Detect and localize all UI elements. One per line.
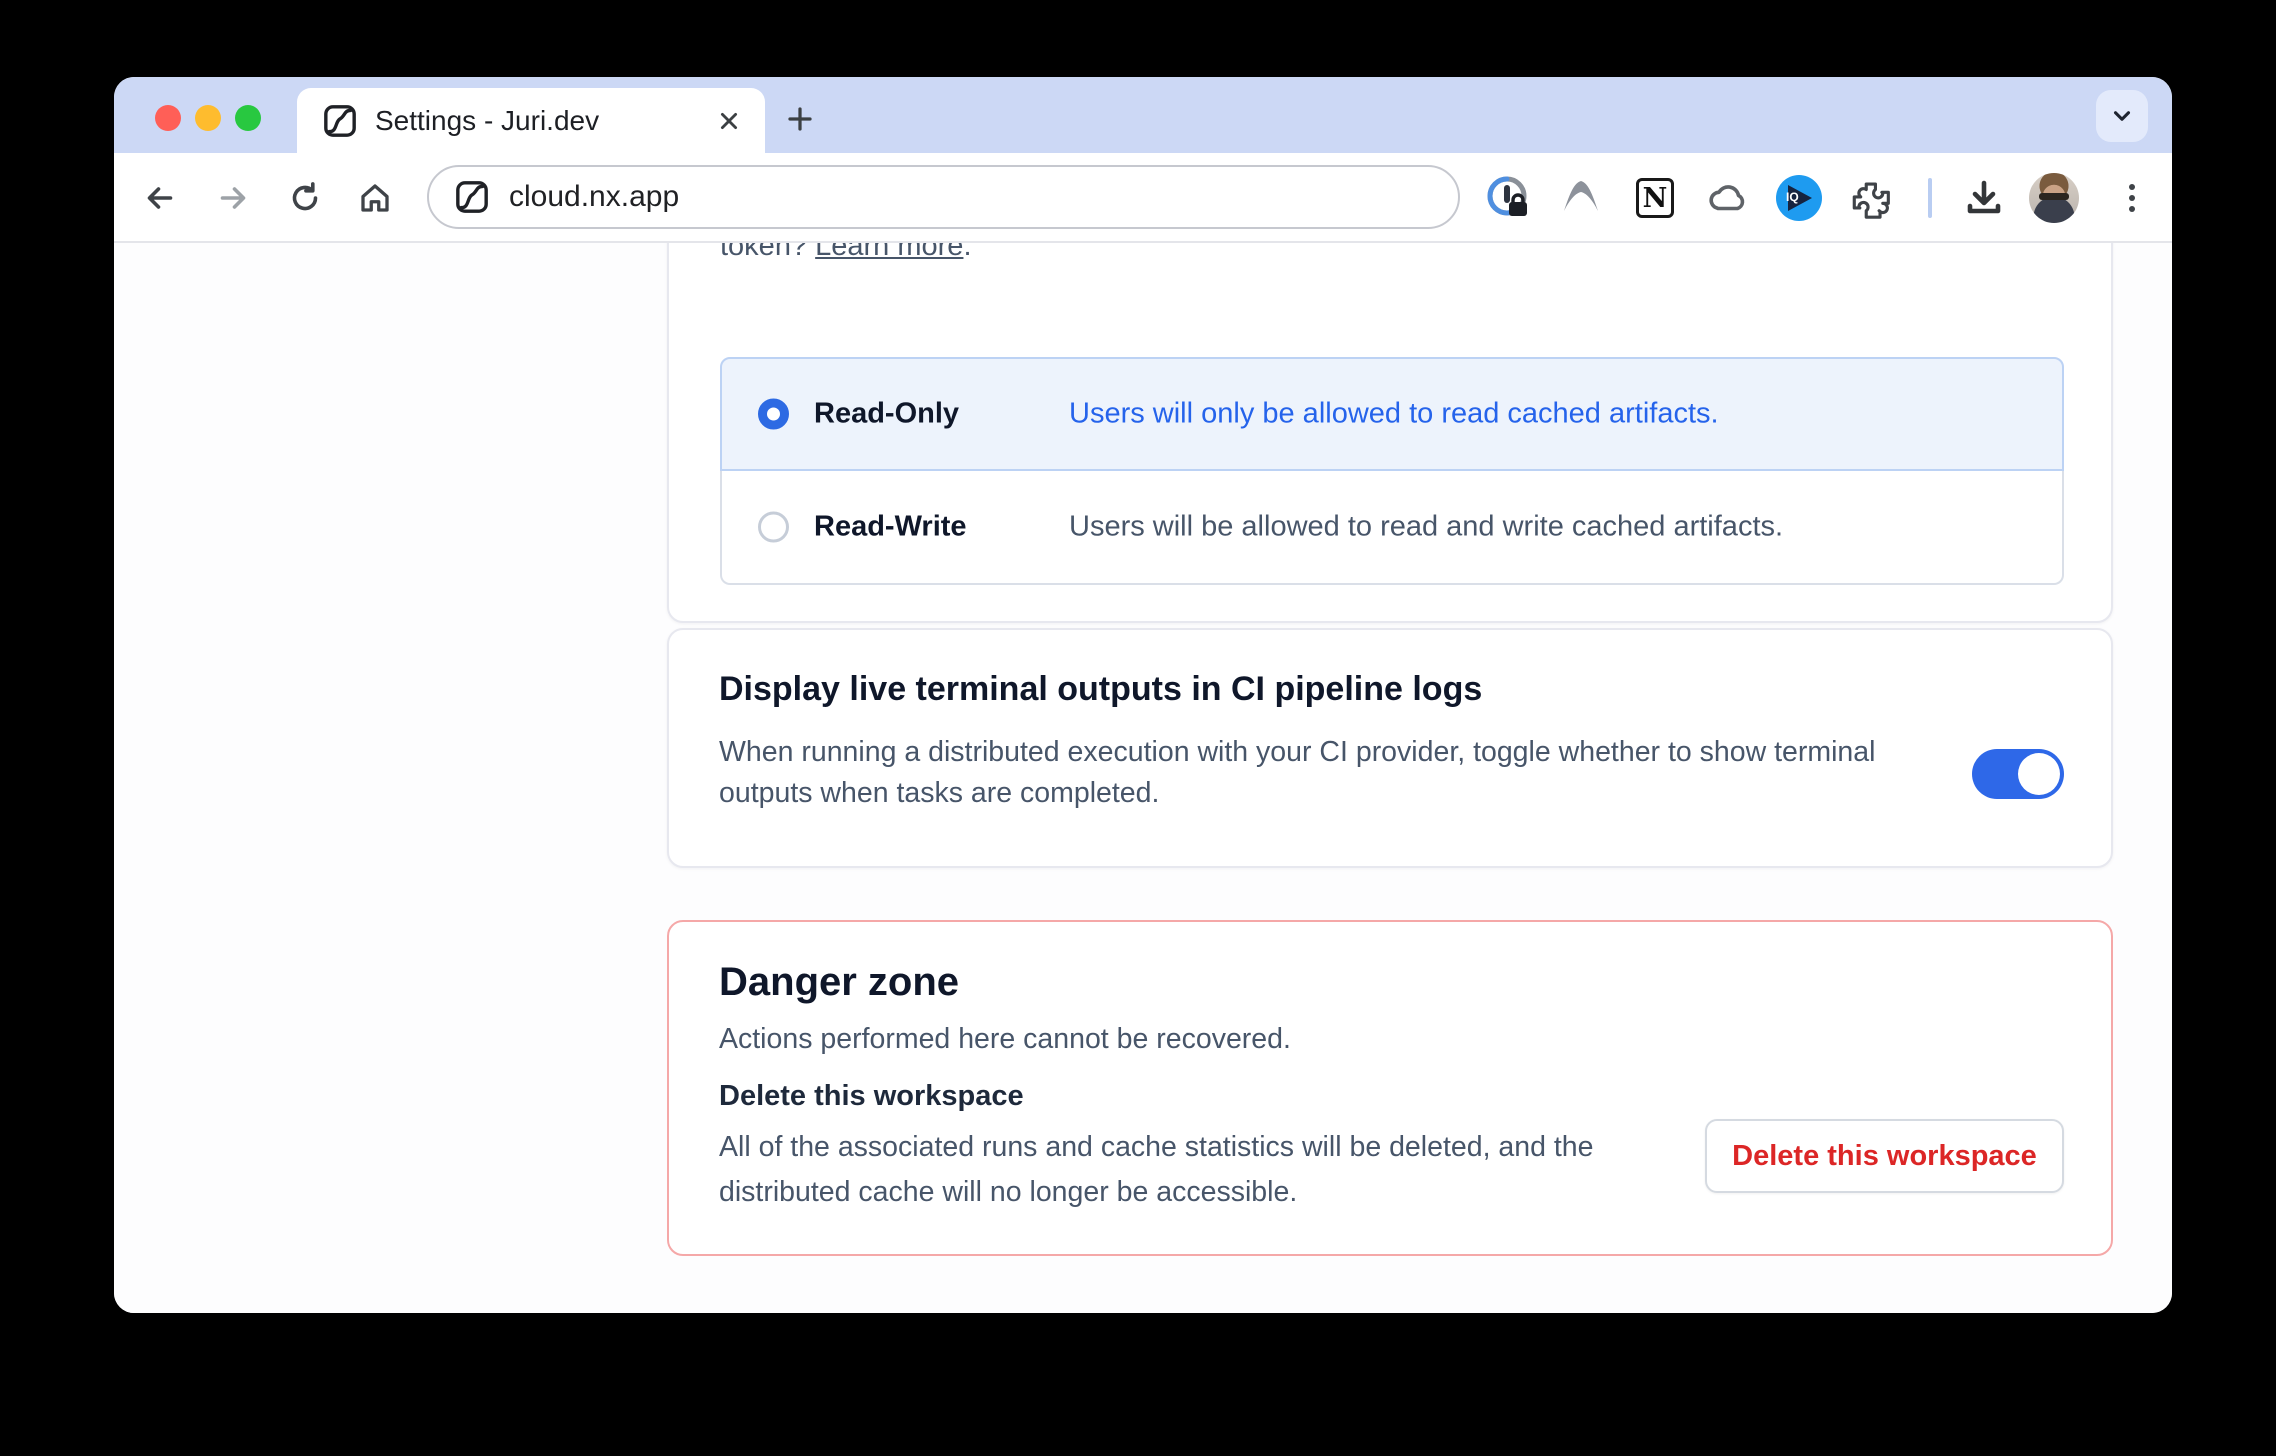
notion-letter: N xyxy=(1643,183,1668,214)
read-only-radio[interactable] xyxy=(758,399,789,430)
tab-close-icon[interactable] xyxy=(711,103,747,139)
extensions-puzzle-icon[interactable] xyxy=(1843,170,1899,226)
forward-button[interactable] xyxy=(205,170,261,226)
zoom-window-button[interactable] xyxy=(235,105,261,131)
tab-strip: Settings - Juri.dev xyxy=(114,77,2172,153)
toolbar-separator xyxy=(1928,178,1932,218)
browser-menu-button[interactable] xyxy=(2104,170,2160,226)
read-only-description: Users will only be allowed to read cache… xyxy=(1069,398,1719,431)
delete-workspace-description: All of the associated runs and cache sta… xyxy=(719,1125,1619,1215)
browser-toolbar: cloud.nx.app N IQ xyxy=(114,153,2172,243)
video-play-extension-icon[interactable]: IQ xyxy=(1771,170,1827,226)
url-text: cloud.nx.app xyxy=(509,180,679,214)
tab-title: Settings - Juri.dev xyxy=(375,105,711,137)
read-write-radio[interactable] xyxy=(758,512,789,543)
password-manager-extension-icon[interactable] xyxy=(1481,170,1537,226)
profile-avatar[interactable] xyxy=(2026,170,2082,226)
tab-search-chevron-button[interactable] xyxy=(2096,90,2148,142)
terminal-outputs-toggle[interactable] xyxy=(1972,749,2064,799)
delete-workspace-button[interactable]: Delete this workspace xyxy=(1705,1119,2064,1193)
danger-zone-card: Danger zone Actions performed here canno… xyxy=(667,920,2113,1256)
home-button[interactable] xyxy=(347,170,403,226)
minimize-window-button[interactable] xyxy=(195,105,221,131)
read-write-label: Read-Write xyxy=(814,511,967,544)
reload-button[interactable] xyxy=(277,170,333,226)
back-button[interactable] xyxy=(132,170,188,226)
learn-more-link[interactable]: Learn more xyxy=(815,243,963,262)
access-control-card: token? Learn more. Read-Only Users will … xyxy=(667,243,2113,623)
downloads-button[interactable] xyxy=(1956,170,2012,226)
read-only-label: Read-Only xyxy=(814,398,959,431)
danger-zone-subtitle: Actions performed here cannot be recover… xyxy=(719,1023,1291,1056)
terminal-outputs-title: Display live terminal outputs in CI pipe… xyxy=(719,670,1482,709)
address-bar[interactable]: cloud.nx.app xyxy=(427,165,1460,229)
read-write-option-row[interactable]: Read-Write Users will be allowed to read… xyxy=(720,471,2064,585)
delete-workspace-heading: Delete this workspace xyxy=(719,1080,1024,1113)
notion-extension-icon[interactable]: N xyxy=(1627,170,1683,226)
close-window-button[interactable] xyxy=(155,105,181,131)
nx-cloud-favicon xyxy=(323,104,357,138)
tab-settings[interactable]: Settings - Juri.dev xyxy=(297,88,765,153)
browser-window: Settings - Juri.dev xyxy=(114,77,2172,1313)
mountain-peak-extension-icon[interactable] xyxy=(1553,170,1609,226)
new-tab-button[interactable] xyxy=(780,99,820,139)
read-only-option-row[interactable]: Read-Only Users will only be allowed to … xyxy=(720,357,2064,471)
read-write-description: Users will be allowed to read and write … xyxy=(1069,511,1783,544)
toggle-knob xyxy=(2018,753,2060,795)
nx-cloud-site-icon xyxy=(455,180,489,214)
permission-options-table: Read-Only Users will only be allowed to … xyxy=(720,357,2064,585)
danger-zone-title: Danger zone xyxy=(719,960,959,1005)
play-badge-text: IQ xyxy=(1786,190,1799,204)
page-content: token? Learn more. Read-Only Users will … xyxy=(114,243,2172,1313)
terminal-outputs-description: When running a distributed execution wit… xyxy=(719,732,1949,814)
cloud-extension-icon[interactable] xyxy=(1700,170,1756,226)
terminal-outputs-card: Display live terminal outputs in CI pipe… xyxy=(667,628,2113,868)
token-help-text: token? Learn more. xyxy=(720,243,972,263)
